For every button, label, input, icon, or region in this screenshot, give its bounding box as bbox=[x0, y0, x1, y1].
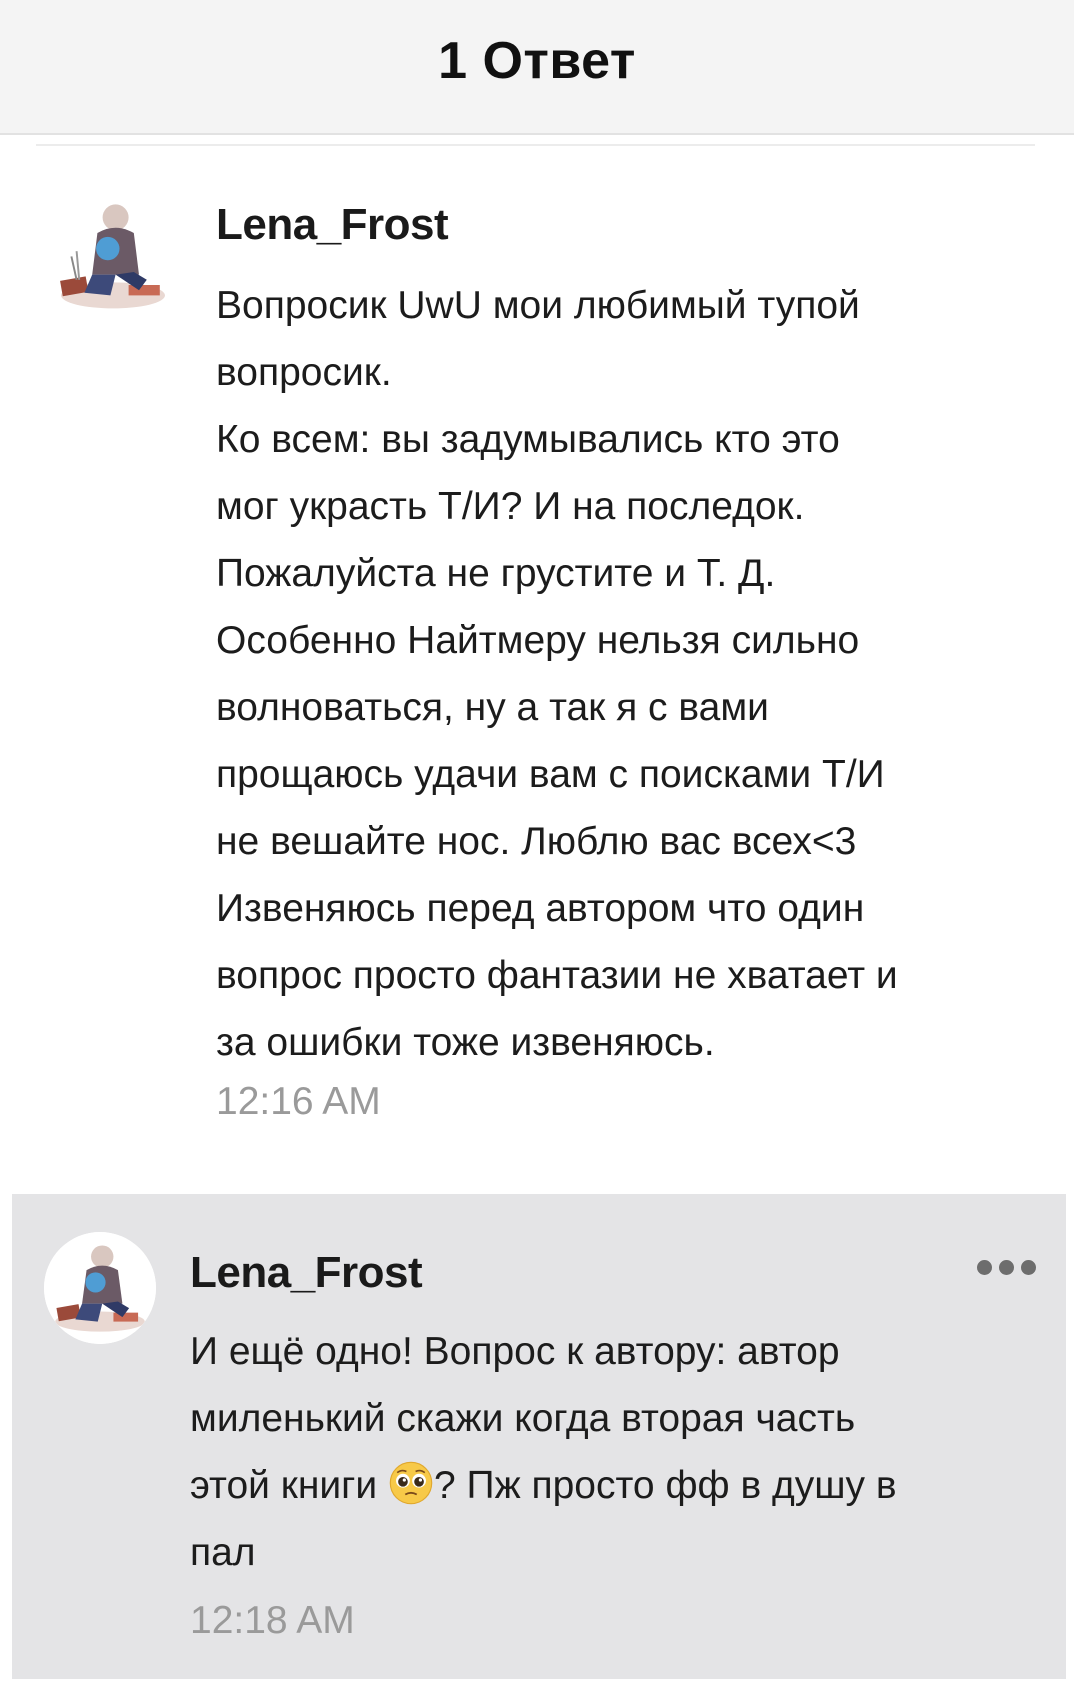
comment-item-highlighted: Lena_Frost И ещё одно! Вопрос к автору: … bbox=[12, 1194, 1066, 1679]
pleading-face-icon bbox=[389, 1461, 433, 1505]
comment-item: Lena_Frost Вопросик UwU мои любимый тупо… bbox=[0, 170, 1074, 1130]
comment-text: И ещё одно! Вопрос к автору: автор милен… bbox=[190, 1318, 1040, 1586]
avatar[interactable] bbox=[48, 194, 178, 324]
username[interactable]: Lena_Frost bbox=[216, 200, 449, 250]
timestamp: 12:16 AM bbox=[216, 1080, 381, 1123]
divider bbox=[36, 144, 1035, 146]
dot-icon bbox=[1021, 1260, 1036, 1275]
header-bar: 1 Ответ bbox=[0, 0, 1074, 135]
username[interactable]: Lena_Frost bbox=[190, 1248, 423, 1298]
dot-icon bbox=[999, 1260, 1014, 1275]
avatar-image-icon bbox=[44, 1232, 156, 1344]
more-options-button[interactable] bbox=[977, 1260, 1036, 1275]
timestamp: 12:18 AM bbox=[190, 1599, 355, 1642]
dot-icon bbox=[977, 1260, 992, 1275]
avatar[interactable] bbox=[44, 1232, 156, 1344]
comment-text: Вопросик UwU мои любимый тупой вопросик.… bbox=[216, 284, 898, 1064]
page-title: 1 Ответ bbox=[438, 31, 636, 90]
avatar-image-icon bbox=[60, 204, 165, 309]
